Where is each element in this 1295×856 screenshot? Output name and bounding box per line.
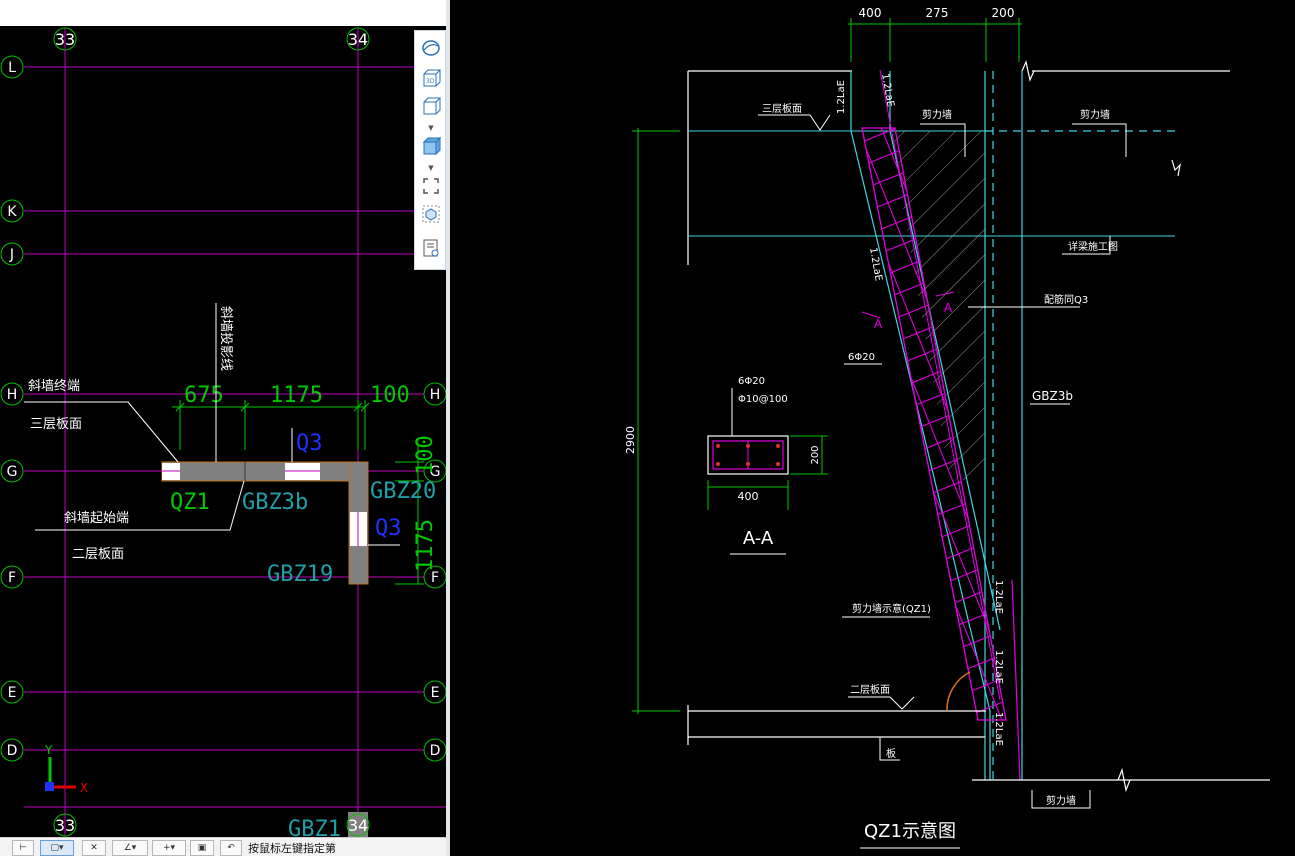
axis-label-K: K bbox=[7, 204, 17, 220]
detail-dim-400: 400 bbox=[859, 6, 882, 20]
detail-drawing-canvas[interactable]: 400 275 200 2900 三层板面 1.2LaE 1.2LaE 剪力墙 … bbox=[450, 0, 1295, 856]
print-icon[interactable]: ▣ bbox=[190, 840, 214, 856]
detail-slab-label: 板 bbox=[886, 747, 896, 760]
detail-shear-wall-2: 剪力墙 bbox=[1080, 108, 1110, 121]
component-q3-right: Q3 bbox=[375, 516, 402, 541]
section-bars: 6Φ20 bbox=[738, 376, 765, 387]
detail-third-floor-label: 三层板面 bbox=[762, 102, 802, 115]
detail-dim-2900: 2900 bbox=[624, 426, 637, 454]
axis-label-G: G bbox=[7, 464, 18, 480]
arc-icon[interactable]: ↶ bbox=[220, 840, 242, 856]
properties-view-icon[interactable] bbox=[419, 237, 443, 259]
detail-beam-ref: 详梁施工图 bbox=[1068, 240, 1118, 253]
dim-right-100: 100 bbox=[413, 435, 438, 475]
detail-height-dimension bbox=[632, 128, 680, 714]
section-stirrups: Φ10@100 bbox=[738, 394, 788, 405]
axis-label-L: L bbox=[8, 60, 16, 76]
dim-675: 675 bbox=[184, 383, 224, 408]
detail-lap-b3: 1.2LaE bbox=[993, 712, 1004, 746]
axis-label: 33 bbox=[55, 30, 75, 49]
section-width: 400 bbox=[738, 490, 759, 503]
axis-bubble-33-top: 33 bbox=[53, 27, 77, 51]
display-mode-icon[interactable] bbox=[419, 135, 443, 157]
grid-lines bbox=[24, 66, 446, 808]
offset-icon[interactable]: +▾ bbox=[152, 840, 186, 856]
command-bar: ⊢ ▢▾ ✕ ∠▾ +▾ ▣ ↶ 按鼠标左键指定第 bbox=[0, 837, 446, 856]
end-label: 斜墙终端 bbox=[28, 378, 80, 394]
detail-dim-275: 275 bbox=[926, 6, 949, 20]
axis-bubble-34-bottom: 34 bbox=[346, 812, 370, 837]
axis-label-D: D bbox=[7, 743, 18, 759]
component-qz1: QZ1 bbox=[170, 490, 210, 515]
axis-bubble-33-bottom: 33 bbox=[53, 813, 77, 837]
section-mark-a1: A bbox=[874, 317, 883, 331]
ortho-icon[interactable]: ⊢ bbox=[12, 840, 34, 856]
detail-gbz: GBZ3b bbox=[1032, 389, 1073, 403]
projection-line-label: 斜墙投影线 bbox=[218, 306, 234, 371]
command-prompt: 按鼠标左键指定第 bbox=[248, 842, 336, 855]
detail-lap-b1: 1.2LaE bbox=[993, 580, 1004, 614]
dim-right-1175: 1175 bbox=[413, 519, 438, 572]
detail-shear-wall-1: 剪力墙 bbox=[922, 108, 952, 121]
axis-label: 33 bbox=[55, 816, 75, 835]
rect-select-icon[interactable]: ▢▾ bbox=[40, 840, 74, 856]
section-height: 200 bbox=[810, 445, 821, 464]
ucs-icon: Y X bbox=[44, 743, 88, 795]
ucs-x-label: X bbox=[80, 781, 88, 795]
fullscreen-icon[interactable] bbox=[419, 175, 443, 197]
axis-label-J: J bbox=[9, 247, 14, 263]
axis-label-D-right: D bbox=[430, 743, 441, 759]
section-title: A-A bbox=[743, 528, 774, 549]
view-3d-icon[interactable]: 3D bbox=[419, 67, 443, 89]
component-q3-top: Q3 bbox=[296, 431, 323, 456]
wall-segments[interactable] bbox=[161, 461, 369, 585]
ucs-y-label: Y bbox=[44, 743, 53, 757]
end-floor-label: 三层板面 bbox=[30, 417, 82, 432]
component-gbz3b: GBZ3b bbox=[242, 490, 308, 515]
orbit-icon[interactable] bbox=[419, 37, 443, 59]
view-toolbar: 3D ▼ ▼ bbox=[414, 30, 446, 270]
drawing-caption: QZ1示意图 bbox=[864, 821, 956, 842]
axis-label-E-right: E bbox=[431, 685, 440, 701]
axis-label-H-right: H bbox=[430, 387, 441, 403]
plan-view-canvas[interactable]: 33 34 33 34 L K J H G F E D H G F E D 67… bbox=[0, 0, 448, 856]
axis-label-F: F bbox=[8, 570, 16, 586]
detail-rebar-ref: 配筋同Q3 bbox=[1044, 293, 1088, 306]
detail-dim-200: 200 bbox=[992, 6, 1015, 20]
axis-label-E: E bbox=[8, 685, 17, 701]
chevron-down-icon[interactable]: ▼ bbox=[427, 125, 435, 132]
detail-lap-mid: 1.2LaE bbox=[867, 247, 884, 282]
start-label: 斜墙起始端 bbox=[64, 511, 129, 526]
dim-100: 100 bbox=[370, 383, 410, 408]
plan-view-pane[interactable]: 33 34 33 34 L K J H G F E D H G F E D 67… bbox=[0, 0, 448, 856]
component-gbz20: GBZ20 bbox=[370, 479, 436, 504]
detail-lap-top: 1.2LaE bbox=[836, 80, 847, 114]
axis-label-H: H bbox=[7, 387, 18, 403]
axis-bubble-34-top: 34 bbox=[346, 27, 370, 51]
chevron-down-icon[interactable]: ▼ bbox=[427, 165, 435, 172]
dim-1175: 1175 bbox=[270, 383, 323, 408]
detail-shear-wall-bottom: 剪力墙 bbox=[1046, 794, 1076, 807]
cube-view-icon[interactable] bbox=[419, 95, 443, 117]
section-mark-a2: A bbox=[944, 301, 953, 315]
axis-label: 34 bbox=[348, 816, 368, 835]
detail-top-dimension bbox=[848, 18, 1022, 62]
component-gbz19: GBZ19 bbox=[267, 562, 333, 587]
angle-icon[interactable]: ∠▾ bbox=[112, 840, 148, 856]
detail-lap-b2: 1.2LaE bbox=[993, 650, 1004, 684]
start-floor-label: 二层板面 bbox=[72, 547, 124, 562]
detail-bars: 6Φ20 bbox=[848, 352, 875, 363]
detail-second-floor-label: 二层板面 bbox=[850, 683, 890, 696]
svg-text:3D: 3D bbox=[426, 78, 435, 85]
cross-icon[interactable]: ✕ bbox=[82, 840, 106, 856]
section-a-a: 6Φ20 Φ10@100 200 400 A-A bbox=[707, 376, 828, 555]
axis-label: 34 bbox=[348, 30, 368, 49]
detail-lap-top2: 1.2LaE bbox=[879, 73, 896, 108]
detail-drawing-pane[interactable]: 400 275 200 2900 三层板面 1.2LaE 1.2LaE 剪力墙 … bbox=[450, 0, 1295, 856]
detail-shear-wall-note: 剪力墙示意(QZ1) bbox=[852, 602, 931, 615]
box-select-icon[interactable] bbox=[419, 203, 443, 225]
